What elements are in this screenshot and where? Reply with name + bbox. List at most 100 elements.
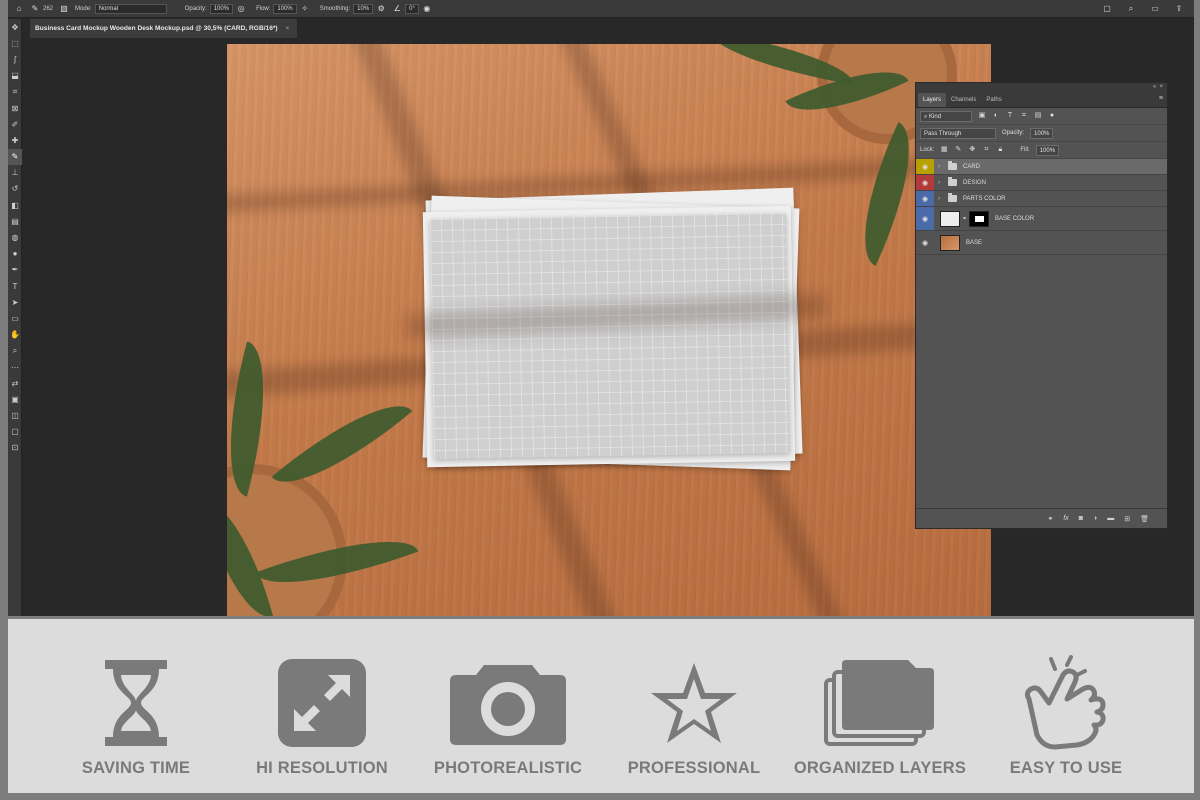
pressure-size-icon[interactable]: ◉ [422,4,432,14]
visibility-eye-icon[interactable]: ◉ [916,191,934,206]
new-layer-icon[interactable]: ⊞ [1124,515,1130,523]
layer-opacity-field[interactable]: 100% [1030,127,1054,139]
filter-toggle-icon[interactable]: ● [1048,112,1056,120]
layer-row[interactable]: ◉ › CARD [916,159,1167,175]
eraser-icon[interactable]: ◧ [8,197,22,213]
lock-position-icon[interactable]: ✥ [968,146,976,154]
hand-icon[interactable]: ✋ [8,327,22,343]
blend-mode-select[interactable]: Pass Through [920,127,996,139]
move-icon[interactable]: ✥ [8,19,22,35]
fill-label: Fill: [1020,147,1030,153]
history-brush-icon[interactable]: ↺ [8,181,22,197]
flow-field[interactable]: 100% [273,3,297,14]
smoothing-settings-icon[interactable]: ⚙ [376,4,386,14]
color-swatches-icon[interactable]: ▣ [8,391,22,407]
quickmask-icon[interactable]: ◫ [8,408,22,424]
expand-chevron-icon[interactable]: › [938,180,946,186]
zoom-icon[interactable]: ⌕ [8,343,22,359]
group-icon[interactable]: ▬ [1107,515,1114,522]
brush-settings-icon[interactable]: ▧ [59,4,69,14]
more-icon[interactable]: ⋯ [8,359,22,375]
pen-icon[interactable]: ✒ [8,262,22,278]
mode-select[interactable]: Normal [94,3,167,14]
expand-chevron-icon[interactable]: › [938,196,946,202]
pressure-opacity-icon[interactable]: ◎ [236,4,246,14]
document-title: Business Card Mockup Wooden Desk Mockup.… [35,25,278,32]
lock-artboard-icon[interactable]: ⌗ [982,146,990,154]
layer-row[interactable]: ◉ › DESIGN [916,175,1167,191]
tab-channels[interactable]: Channels [946,93,981,107]
visibility-eye-icon[interactable]: ◉ [916,231,934,254]
dodge-icon[interactable]: ● [8,246,22,262]
tab-paths[interactable]: Paths [981,93,1006,107]
layer-name: BASE [966,239,983,246]
frame-icon[interactable]: ⊠ [8,100,22,116]
expand-arrows-icon [278,659,366,747]
document-tab-bar: Business Card Mockup Wooden Desk Mockup.… [30,19,1194,38]
lasso-icon[interactable]: ʃ [8,51,22,67]
angle-field[interactable]: 0° [405,3,419,14]
type-filter-icon[interactable]: T [1006,112,1014,120]
tab-layers[interactable]: Layers [918,93,947,107]
pixel-filter-icon[interactable]: ▣ [978,112,986,120]
trash-icon[interactable]: 🗑︎ [1140,515,1149,523]
expand-chevron-icon[interactable]: › [938,164,946,170]
marquee-icon[interactable]: ⬚ [8,35,22,51]
lock-all-icon[interactable]: 🔒︎ [996,146,1004,154]
feature-label: PROFESSIONAL [627,759,761,777]
screenmode-icon[interactable]: ▢ [8,424,22,440]
lock-pixels-icon[interactable]: ✎ [954,146,962,154]
gradient-icon[interactable]: ▤ [8,213,22,229]
layer-mask-thumbnail[interactable] [969,210,990,227]
layer-name: PARTS COLOR [963,195,1006,202]
feature-label: PHOTOREALISTIC [433,759,583,777]
layer-row[interactable]: ◉ › PARTS COLOR [916,191,1167,207]
home-button[interactable]: ⌂ [14,4,24,14]
airbrush-icon[interactable]: ✧ [300,4,310,14]
visibility-eye-icon[interactable]: ◉ [916,159,934,174]
layer-row[interactable]: ◉ ⚭ BASE COLOR [916,207,1167,231]
share-upload-icon[interactable]: ⇪ [1174,4,1184,14]
kind-filter-select[interactable]: ⌕ Kind [920,110,972,122]
visibility-eye-icon[interactable]: ◉ [916,175,934,190]
share-icon[interactable]: ▢ [1102,4,1112,14]
brush-preset-picker[interactable]: ✎ 262 [30,4,53,14]
object-select-icon[interactable]: ⬓ [8,68,22,84]
opacity-field[interactable]: 100% [209,3,234,14]
feature-hi-resolution: HI RESOLUTION [232,655,412,778]
lock-transparent-icon[interactable]: ▦ [940,146,948,154]
layer-fill-field[interactable]: 100% [1035,144,1060,156]
path-select-icon[interactable]: ➤ [8,294,22,310]
healing-icon[interactable]: ✚ [8,132,22,148]
workspace-icon[interactable]: ▭ [1150,4,1160,14]
layer-row[interactable]: ◉ BASE [916,231,1167,255]
fx-icon[interactable]: fx [1063,515,1068,522]
shape-icon[interactable]: ▭ [8,310,22,326]
adjustment-filter-icon[interactable]: ◐ [992,112,1000,120]
shape-filter-icon[interactable]: ⌗ [1020,112,1028,120]
link-icon[interactable]: ⚭ [1047,515,1053,523]
smoothing-field[interactable]: 10% [353,3,374,14]
brush-icon[interactable]: ✎ [8,148,22,165]
feature-photorealistic: PHOTOREALISTIC [418,655,598,778]
eyedropper-icon[interactable]: ✐ [8,116,22,132]
mask-link-icon[interactable]: ⚭ [962,215,967,222]
adjustment-icon[interactable]: ◑ [1093,515,1097,522]
visibility-eye-icon[interactable]: ◉ [916,207,934,230]
smartobject-filter-icon[interactable]: ▤ [1034,112,1042,120]
crop-icon[interactable]: ⌗ [8,84,22,100]
document-tab[interactable]: Business Card Mockup Wooden Desk Mockup.… [30,19,298,38]
type-icon[interactable]: T [8,278,22,294]
close-tab-icon[interactable]: × [285,25,289,32]
business-card-smart-object[interactable] [429,212,791,460]
artboard-icon[interactable]: ⊡ [8,440,22,456]
search-icon[interactable]: ⌕ [1126,4,1136,14]
panel-collapse-bar[interactable]: « × [916,83,1167,92]
stamp-icon[interactable]: ⊥ [8,165,22,181]
swap-icon[interactable]: ⇄ [8,375,22,391]
layer-thumbnail [940,234,960,251]
panel-menu-icon[interactable]: ≡ [1159,95,1163,102]
mask-icon[interactable]: ◙ [1079,515,1083,522]
blur-icon[interactable]: ◍ [8,229,22,245]
document-canvas[interactable] [227,44,991,616]
